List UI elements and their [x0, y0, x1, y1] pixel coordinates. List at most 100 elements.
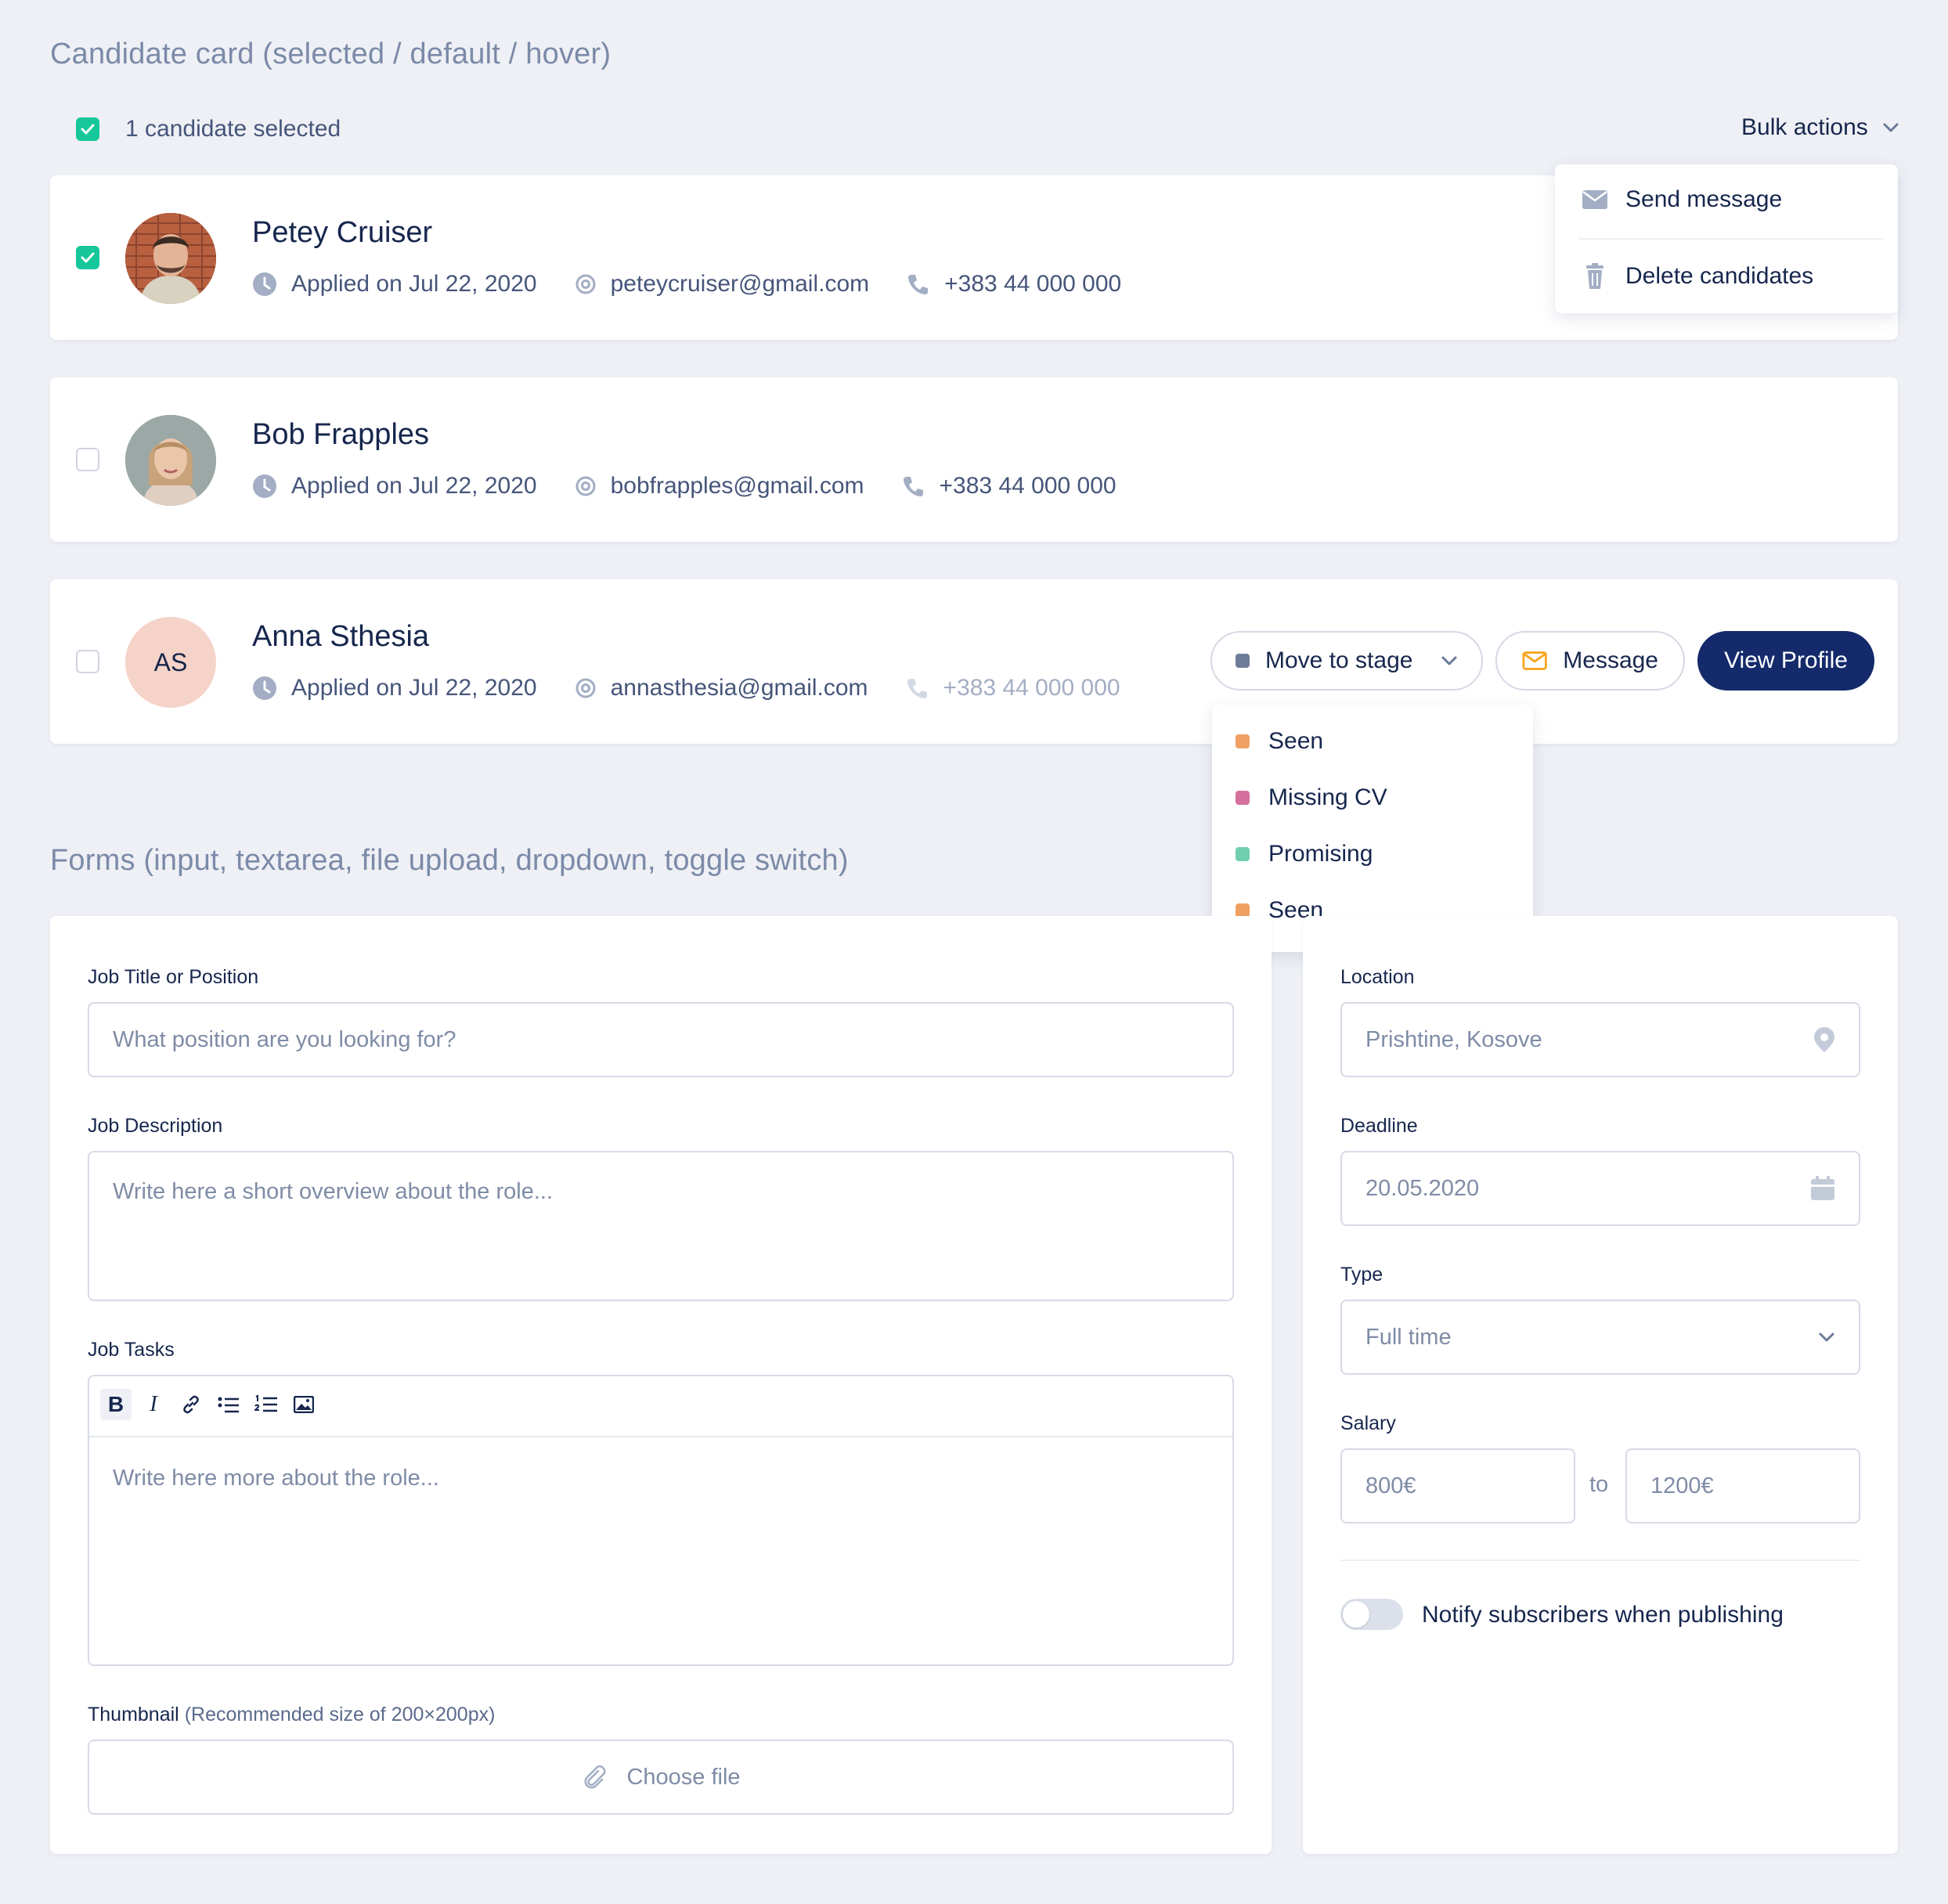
avatar-photo [125, 415, 216, 506]
salary-from-input[interactable]: 800€ [1340, 1448, 1575, 1524]
thumbnail-label: Thumbnail (Recommended size of 200×200px… [88, 1704, 495, 1726]
candidate-phone[interactable]: +383 44 000 000 [944, 271, 1121, 298]
avatar [125, 213, 216, 304]
job-tasks-placeholder: Write here more about the role... [113, 1466, 439, 1491]
candidate-card-default[interactable]: Bob Frapples Applied on Jul 22, 2020 bob… [50, 377, 1898, 542]
candidate-name[interactable]: Anna Sthesia [252, 620, 429, 654]
phone-icon [907, 272, 930, 296]
select-all-checkbox[interactable] [76, 117, 99, 141]
location-label: Location [1340, 966, 1415, 988]
stage-dropdown-menu: Seen Missing CV Promising Seen [1212, 705, 1533, 952]
candidate-checkbox[interactable] [76, 246, 99, 269]
choose-file-button[interactable]: Choose file [88, 1740, 1234, 1815]
paperclip-icon [584, 1765, 606, 1789]
numbered-list-icon[interactable] [251, 1389, 282, 1420]
envelope-icon [1522, 651, 1547, 670]
bulk-actions-menu: Send message Delete candidates [1555, 164, 1898, 313]
stage-option[interactable]: Missing CV [1236, 784, 1387, 811]
job-title-input[interactable]: What position are you looking for? [88, 1002, 1234, 1077]
candidate-name[interactable]: Petey Cruiser [252, 216, 432, 250]
at-icon [575, 677, 597, 699]
check-icon [81, 252, 95, 263]
candidate-checkbox[interactable] [76, 650, 99, 673]
at-icon [575, 273, 597, 295]
stage-option[interactable]: Promising [1236, 841, 1373, 867]
chevron-down-icon [1883, 123, 1899, 132]
move-to-stage-label: Move to stage [1265, 647, 1413, 673]
bulk-actions-button[interactable]: Bulk actions [1741, 114, 1899, 141]
type-select[interactable]: Full time [1340, 1300, 1860, 1375]
stage-option-label: Promising [1268, 841, 1373, 867]
stage-color-dot [1236, 734, 1250, 748]
job-details-card: Location Prishtine, Kosove Deadline 20.0… [1303, 916, 1898, 1854]
deadline-input[interactable]: 20.05.2020 [1340, 1151, 1860, 1226]
candidate-meta: Applied on Jul 22, 2020 bobfrapples@gmai… [252, 473, 1116, 499]
stage-option-label: Missing CV [1268, 784, 1387, 810]
send-message-label: Send message [1625, 186, 1783, 212]
view-profile-button[interactable]: View Profile [1697, 631, 1874, 691]
trash-icon [1586, 263, 1603, 289]
toggle-knob [1343, 1601, 1369, 1628]
job-title-placeholder: What position are you looking for? [113, 1026, 456, 1052]
bulk-actions-label: Bulk actions [1741, 114, 1868, 140]
stage-option-label: Seen [1268, 728, 1324, 754]
delete-candidates-item[interactable]: Delete candidates [1582, 263, 1813, 290]
applied-date: Applied on Jul 22, 2020 [291, 473, 537, 499]
form-divider [1340, 1560, 1860, 1561]
location-value: Prishtine, Kosove [1365, 1026, 1542, 1052]
message-button[interactable]: Message [1495, 631, 1685, 691]
candidate-email[interactable]: peteycruiser@gmail.com [611, 271, 870, 298]
job-description-textarea[interactable]: Write here a short overview about the ro… [88, 1151, 1234, 1301]
candidate-phone[interactable]: +383 44 000 000 [940, 473, 1116, 499]
message-label: Message [1563, 647, 1658, 673]
candidate-email[interactable]: bobfrapples@gmail.com [611, 473, 864, 499]
stage-color-dot [1236, 847, 1250, 861]
candidate-email[interactable]: annasthesia@gmail.com [611, 675, 868, 701]
candidate-section-title: Candidate card (selected / default / hov… [50, 38, 611, 70]
deadline-label: Deadline [1340, 1115, 1418, 1137]
at-icon [575, 475, 597, 497]
send-message-item[interactable]: Send message [1582, 186, 1782, 213]
job-title-label: Job Title or Position [88, 966, 259, 988]
candidate-name[interactable]: Bob Frapples [252, 418, 429, 452]
avatar [125, 415, 216, 506]
bullet-list-icon[interactable] [213, 1389, 244, 1420]
clock-icon [252, 272, 277, 297]
avatar-photo [125, 213, 216, 304]
move-to-stage-button[interactable]: Move to stage [1210, 631, 1483, 691]
job-form-card: Job Title or Position What position are … [50, 916, 1272, 1854]
candidate-checkbox[interactable] [76, 448, 99, 471]
job-tasks-editor[interactable]: B I Write here more about the role... [88, 1375, 1234, 1666]
type-label: Type [1340, 1264, 1383, 1286]
salary-to-input[interactable]: 1200€ [1625, 1448, 1860, 1524]
candidate-card-hover[interactable]: AS Anna Sthesia Applied on Jul 22, 2020 … [50, 579, 1898, 744]
italic-button[interactable]: I [138, 1389, 169, 1420]
link-icon[interactable] [175, 1389, 207, 1420]
stage-option[interactable]: Seen [1236, 728, 1323, 755]
phone-icon [906, 676, 929, 700]
notify-toggle[interactable] [1340, 1599, 1403, 1630]
envelope-icon [1582, 190, 1607, 209]
chevron-down-icon [1441, 656, 1457, 665]
job-description-placeholder: Write here a short overview about the ro… [113, 1179, 554, 1204]
image-icon[interactable] [288, 1389, 319, 1420]
salary-separator: to [1589, 1472, 1609, 1497]
phone-icon [902, 474, 925, 498]
thumbnail-label-text: Thumbnail [88, 1704, 179, 1726]
applied-date: Applied on Jul 22, 2020 [291, 675, 537, 701]
salary-label: Salary [1340, 1412, 1396, 1434]
bold-button[interactable]: B [100, 1389, 132, 1420]
candidate-phone[interactable]: +383 44 000 000 [943, 675, 1120, 701]
calendar-icon [1811, 1176, 1834, 1200]
stage-dot-icon [1236, 654, 1250, 668]
salary-to-value: 1200€ [1650, 1473, 1714, 1498]
toolbar-divider [89, 1436, 1232, 1437]
deadline-value: 20.05.2020 [1365, 1175, 1480, 1201]
clock-icon [252, 676, 277, 701]
location-input[interactable]: Prishtine, Kosove [1340, 1002, 1860, 1077]
job-tasks-label: Job Tasks [88, 1339, 175, 1361]
candidate-meta: Applied on Jul 22, 2020 annasthesia@gmai… [252, 675, 1120, 701]
clock-icon [252, 474, 277, 499]
check-icon [81, 124, 95, 135]
type-value: Full time [1365, 1324, 1452, 1350]
